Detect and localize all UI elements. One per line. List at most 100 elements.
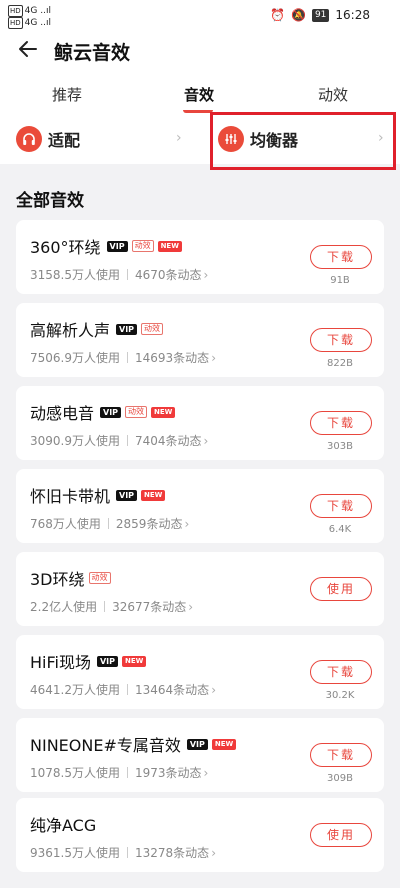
new-badge: NEW: [211, 738, 237, 750]
new-badge: NEW: [157, 240, 182, 252]
download-button[interactable]: 下载: [310, 411, 372, 435]
use-button[interactable]: 使用: [310, 577, 372, 601]
chevron-right-icon: ›: [203, 434, 209, 448]
divider: [127, 847, 128, 858]
tab-sound-effects[interactable]: 音效: [184, 84, 214, 105]
effect-card[interactable]: 纯净ACG 9361.5万人使用 13278条动态 › 使用: [16, 798, 384, 872]
new-badge: NEW: [151, 406, 176, 418]
download-button[interactable]: 下载: [310, 328, 372, 352]
file-size: 303B: [327, 441, 353, 452]
highlight-box: [210, 112, 396, 170]
effect-meta: 3158.5万人使用 4670条动态 ›: [30, 266, 208, 283]
post-count[interactable]: 32677条动态: [112, 600, 186, 614]
adapt-label: 适配: [48, 131, 81, 150]
file-size: 309B: [327, 773, 353, 784]
post-count[interactable]: 1973条动态: [135, 766, 202, 780]
effect-name: HiFi现场: [30, 653, 91, 672]
signal-icon: 4G ..ıl: [24, 18, 51, 28]
post-count[interactable]: 14693条动态: [135, 351, 209, 365]
effect-name: 怀旧卡带机: [30, 487, 111, 506]
chevron-right-icon: ›: [211, 351, 216, 365]
file-size: 822B: [327, 358, 353, 369]
tab-bar: 推荐 音效 动效: [0, 72, 400, 114]
user-count: 4641.2万人使用: [30, 683, 120, 697]
divider: [107, 518, 109, 529]
chevron-right-icon: ›: [203, 766, 209, 780]
chevron-right-icon: ›: [211, 683, 216, 697]
divider: [127, 767, 128, 778]
effect-name: 高解析人声: [30, 321, 111, 340]
motion-badge: 动效: [125, 406, 148, 418]
effect-meta: 1078.5万人使用 1973条动态 ›: [30, 764, 208, 781]
download-button[interactable]: 下载: [310, 660, 372, 684]
signal-indicators: HD 4G ..ıl HD 4G ..ıl: [8, 5, 51, 29]
effect-name-row: NINEONE#专属音效 VIP NEW: [30, 732, 237, 756]
status-bar: HD 4G ..ıl HD 4G ..ıl ⏰ 🔕 91 16:28: [0, 0, 400, 30]
motion-badge: 动效: [141, 323, 164, 335]
vip-badge: VIP: [96, 655, 118, 667]
post-count[interactable]: 13278条动态: [135, 846, 209, 860]
chevron-right-icon: ›: [188, 600, 194, 614]
effect-name-row: 纯净ACG: [30, 812, 96, 836]
chevron-right-icon: ›: [176, 130, 182, 146]
effect-name: 3D环绕: [30, 570, 85, 589]
effect-card[interactable]: HiFi现场 VIP NEW 4641.2万人使用 13464条动态 › 下载 30…: [16, 635, 384, 709]
hd-icon: HD: [8, 17, 23, 29]
top-bar: 鲸云音效: [0, 30, 400, 72]
effect-name: NINEONE#专属音效: [30, 736, 181, 755]
effect-card[interactable]: 怀旧卡带机 VIP NEW 768万人使用 2859条动态 › 下载 6.4K: [16, 469, 384, 543]
effect-card[interactable]: 高解析人声 VIP 动效 7506.9万人使用 14693条动态 › 下载 822B: [16, 303, 384, 377]
effect-card[interactable]: 动感电音 VIP 动效 NEW 3090.9万人使用 7404条动态 › 下载 30…: [16, 386, 384, 460]
effect-name-row: 动感电音 VIP 动效 NEW: [30, 400, 176, 424]
user-count: 2.2亿人使用: [30, 600, 98, 614]
post-count[interactable]: 2859条动态: [116, 517, 183, 531]
status-right: ⏰ 🔕 91 16:28: [270, 8, 370, 22]
user-count: 1078.5万人使用: [30, 766, 120, 780]
back-arrow-icon[interactable]: [16, 37, 40, 61]
tab-motion-effects[interactable]: 动效: [318, 84, 348, 105]
user-count: 3090.9万人使用: [30, 434, 120, 448]
effect-meta: 4641.2万人使用 13464条动态 ›: [30, 681, 216, 698]
file-size: 30.2K: [325, 690, 355, 701]
chevron-right-icon: ›: [211, 846, 216, 860]
file-size: 6.4K: [328, 524, 352, 535]
download-button[interactable]: 下载: [310, 245, 372, 269]
page-title: 鲸云音效: [54, 42, 131, 64]
vip-badge: VIP: [100, 406, 122, 418]
clock: 16:28: [335, 8, 370, 22]
vip-badge: VIP: [116, 489, 138, 501]
battery-icon: 91: [311, 8, 330, 22]
effect-card[interactable]: 3D环绕 动效 2.2亿人使用 32677条动态 › 使用: [16, 552, 384, 626]
user-count: 7506.9万人使用: [30, 351, 120, 365]
divider: [104, 601, 106, 612]
effect-name-row: 怀旧卡带机 VIP NEW: [30, 483, 166, 507]
effect-meta: 9361.5万人使用 13278条动态 ›: [30, 844, 216, 861]
effect-name: 动感电音: [30, 404, 95, 423]
effect-meta: 3090.9万人使用 7404条动态 ›: [30, 432, 208, 449]
hd-icon: HD: [8, 5, 23, 17]
tab-recommend[interactable]: 推荐: [52, 84, 82, 105]
effect-card[interactable]: NINEONE#专属音效 VIP NEW 1078.5万人使用 1973条动态 › …: [16, 718, 384, 792]
user-count: 3158.5万人使用: [30, 268, 120, 282]
alarm-icon: ⏰: [270, 8, 285, 22]
adapt-entry[interactable]: 适配: [16, 114, 80, 164]
use-button[interactable]: 使用: [310, 823, 372, 847]
effect-meta: 768万人使用 2859条动态 ›: [30, 515, 189, 532]
motion-badge: 动效: [88, 572, 111, 584]
effect-name-row: HiFi现场 VIP NEW: [30, 649, 147, 673]
effect-card[interactable]: 360°环绕 VIP 动效 NEW 3158.5万人使用 4670条动态 › 下载 …: [16, 220, 384, 294]
download-button[interactable]: 下载: [310, 494, 372, 518]
download-button[interactable]: 下载: [310, 743, 372, 767]
file-size: 91B: [330, 275, 350, 286]
vip-badge: VIP: [186, 738, 208, 750]
active-tab-indicator: [183, 106, 213, 113]
effect-name-row: 高解析人声 VIP 动效: [30, 317, 164, 341]
post-count[interactable]: 13464条动态: [135, 683, 209, 697]
chevron-right-icon: ›: [184, 517, 190, 531]
vip-badge: VIP: [116, 323, 138, 335]
post-count[interactable]: 4670条动态: [135, 268, 202, 282]
effect-meta: 7506.9万人使用 14693条动态 ›: [30, 349, 216, 366]
divider: [127, 352, 128, 363]
post-count[interactable]: 7404条动态: [135, 434, 202, 448]
new-badge: NEW: [122, 655, 147, 667]
